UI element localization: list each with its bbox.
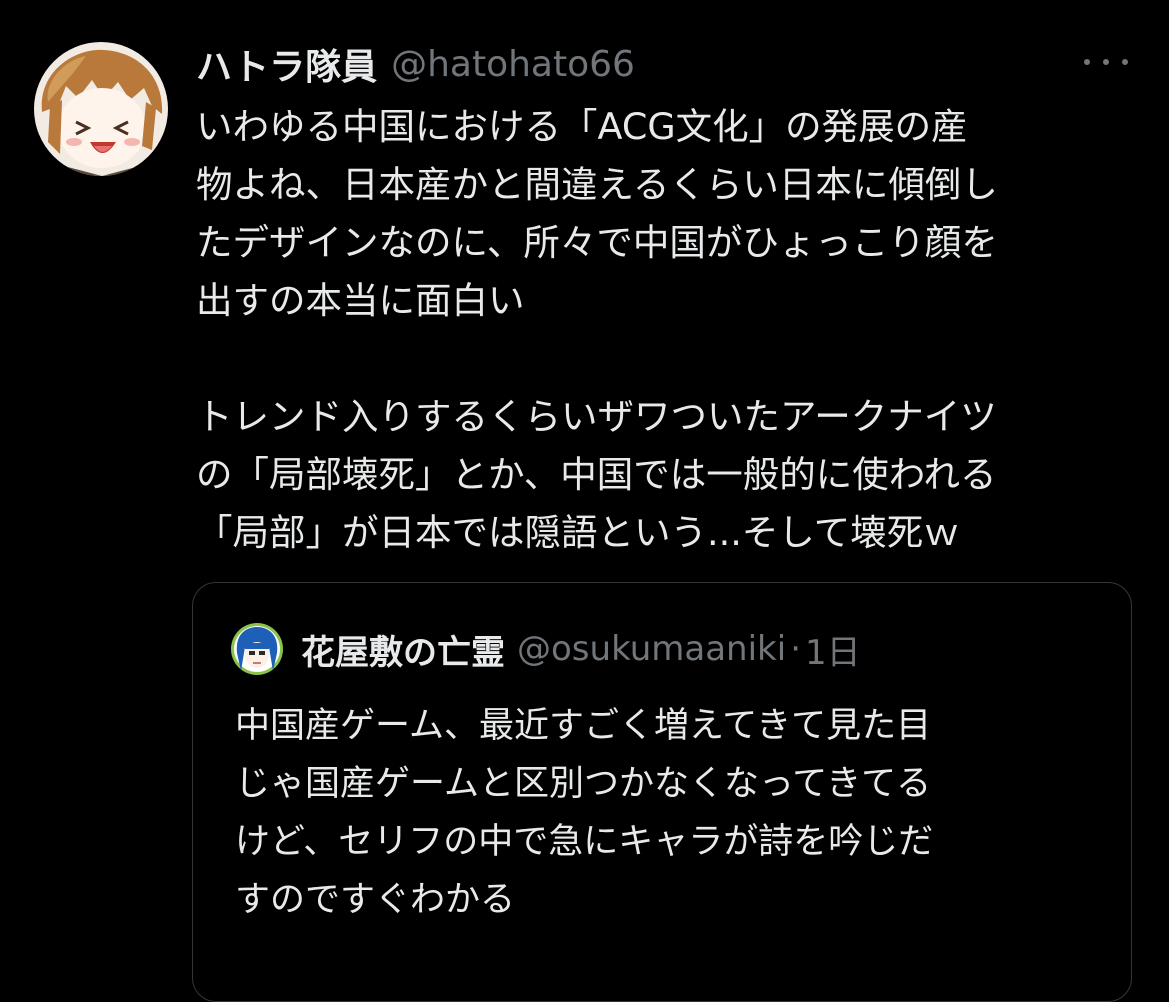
more-options-button[interactable] [1084, 52, 1128, 72]
author-display-name[interactable]: ハトラ隊員 [196, 38, 377, 90]
more-horizontal-icon [1084, 59, 1090, 65]
quoted-text-line: すのですぐわかる [235, 880, 516, 920]
tweet-text-line: 物よね、日本産かと間違えるくらい日本に傾倒し [196, 163, 998, 206]
quoted-tweet-timestamp[interactable]: 1日 [805, 625, 861, 674]
more-horizontal-icon-dot [1122, 59, 1128, 65]
quoted-tweet-card[interactable]: 花屋敷の亡霊 @osukumaaniki · 1日 中国産ゲーム、最近すごく増え… [192, 582, 1132, 1002]
tweet-text-line: たデザインなのに、所々で中国がひょっこり顔を [196, 221, 998, 264]
quoted-author-handle[interactable]: @osukumaaniki [517, 629, 786, 669]
more-horizontal-icon-dot [1103, 59, 1109, 65]
quoted-tweet-header: 花屋敷の亡霊 @osukumaaniki · 1日 [301, 625, 861, 673]
quoted-tweet-text: 中国産ゲーム、最近すごく増えてきて見た目 じゃ国産ゲームと区別つかなくなってきて… [235, 697, 1115, 929]
quoted-text-line: じゃ国産ゲームと区別つかなくなってきてる [235, 764, 932, 804]
tweet-text-line: の「局部壊死」とか、中国では一般的に使われる [196, 453, 997, 496]
quoted-text-line: けど、セリフの中で急にキャラが詩を吟じだ [235, 822, 934, 862]
author-handle[interactable]: @hatohato66 [391, 44, 635, 85]
quoted-author-display-name[interactable]: 花屋敷の亡霊 [301, 625, 505, 674]
tweet-text-line: トレンド入りするくらいザワついたアークナイツ [196, 395, 997, 438]
quoted-text-line: 中国産ゲーム、最近すごく増えてきて見た目 [235, 706, 932, 746]
header-separator: · [790, 629, 801, 669]
tweet-text-line: いわゆる中国における「ACG文化」の発展の産 [196, 105, 968, 148]
tweet-text: いわゆる中国における「ACG文化」の発展の産 物よね、日本産かと間違えるくらい日… [196, 98, 1136, 562]
quoted-author-avatar-image [231, 623, 283, 675]
quoted-author-avatar[interactable] [231, 623, 283, 675]
tweet-text-line: 「局部」が日本では隠語という...そして壊死ｗ [196, 511, 960, 554]
author-avatar-image [34, 42, 168, 176]
tweet-header: ハトラ隊員 @hatohato66 [196, 38, 635, 90]
tweet-text-line: 出すの本当に面白い [196, 279, 525, 322]
author-avatar[interactable] [34, 42, 168, 176]
